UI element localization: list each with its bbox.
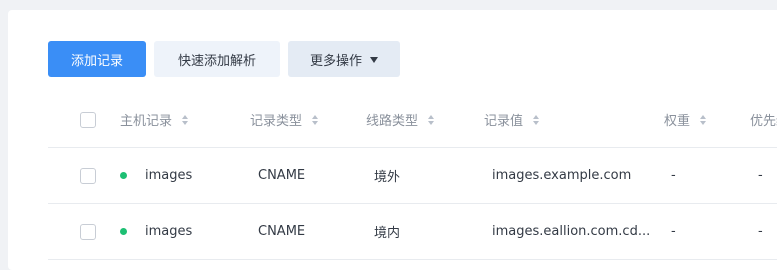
line-cell: 境内 [374,226,401,241]
header-line[interactable]: 线路类型 [366,92,435,147]
table-row[interactable]: images CNAME 境内 images.eallion.com.cd...… [48,204,777,260]
sort-icon[interactable] [533,114,540,125]
header-priority-label: 优先级 [750,114,777,129]
records-table: 主机记录 记录类型 线路类型 记录值 权重 优先级 [48,92,777,260]
value-cell: images.example.com [492,168,632,183]
header-line-label: 线路类型 [366,114,419,129]
sort-icon[interactable] [428,114,435,125]
sort-icon[interactable] [312,114,319,125]
weight-cell: - [671,168,676,183]
type-cell: CNAME [258,168,306,183]
header-type-label: 记录类型 [250,114,303,129]
header-host[interactable]: 主机记录 [120,92,189,147]
caret-down-icon [370,56,378,63]
header-value-label: 记录值 [484,114,524,129]
row-checkbox[interactable] [80,223,96,240]
header-weight-label: 权重 [664,114,691,129]
toolbar: 添加记录 快速添加解析 更多操作 [48,41,400,77]
row-select-cell [80,204,96,259]
quick-add-button[interactable]: 快速添加解析 [154,41,280,77]
type-cell: CNAME [258,224,306,239]
row-select-cell [80,148,96,203]
select-all-cell [80,92,96,147]
value-cell: images.eallion.com.cd... [492,224,651,239]
status-dot [120,172,127,179]
sort-icon[interactable] [182,114,189,125]
header-value[interactable]: 记录值 [484,92,540,147]
header-priority[interactable]: 优先级 [750,92,777,147]
priority-cell: - [758,168,763,183]
table-row[interactable]: images CNAME 境外 images.example.com - - [48,148,777,204]
host-value: images [145,224,193,239]
add-record-button[interactable]: 添加记录 [48,41,146,77]
table-header: 主机记录 记录类型 线路类型 记录值 权重 优先级 [48,92,777,148]
header-host-label: 主机记录 [120,114,173,129]
more-actions-button[interactable]: 更多操作 [288,41,400,77]
status-dot [120,228,127,235]
host-cell: images [120,204,192,259]
host-value: images [145,168,193,183]
priority-cell: - [758,224,763,239]
more-actions-label: 更多操作 [309,53,362,69]
line-cell: 境外 [374,170,401,185]
header-type[interactable]: 记录类型 [250,92,319,147]
sort-icon[interactable] [700,114,707,125]
host-cell: images [120,148,192,203]
header-weight[interactable]: 权重 [664,92,707,147]
weight-cell: - [671,224,676,239]
row-checkbox[interactable] [80,167,96,184]
dns-records-panel: 添加记录 快速添加解析 更多操作 主机记录 记录类型 线路类型 记录值 权重 优… [8,10,777,270]
select-all-checkbox[interactable] [80,111,96,128]
